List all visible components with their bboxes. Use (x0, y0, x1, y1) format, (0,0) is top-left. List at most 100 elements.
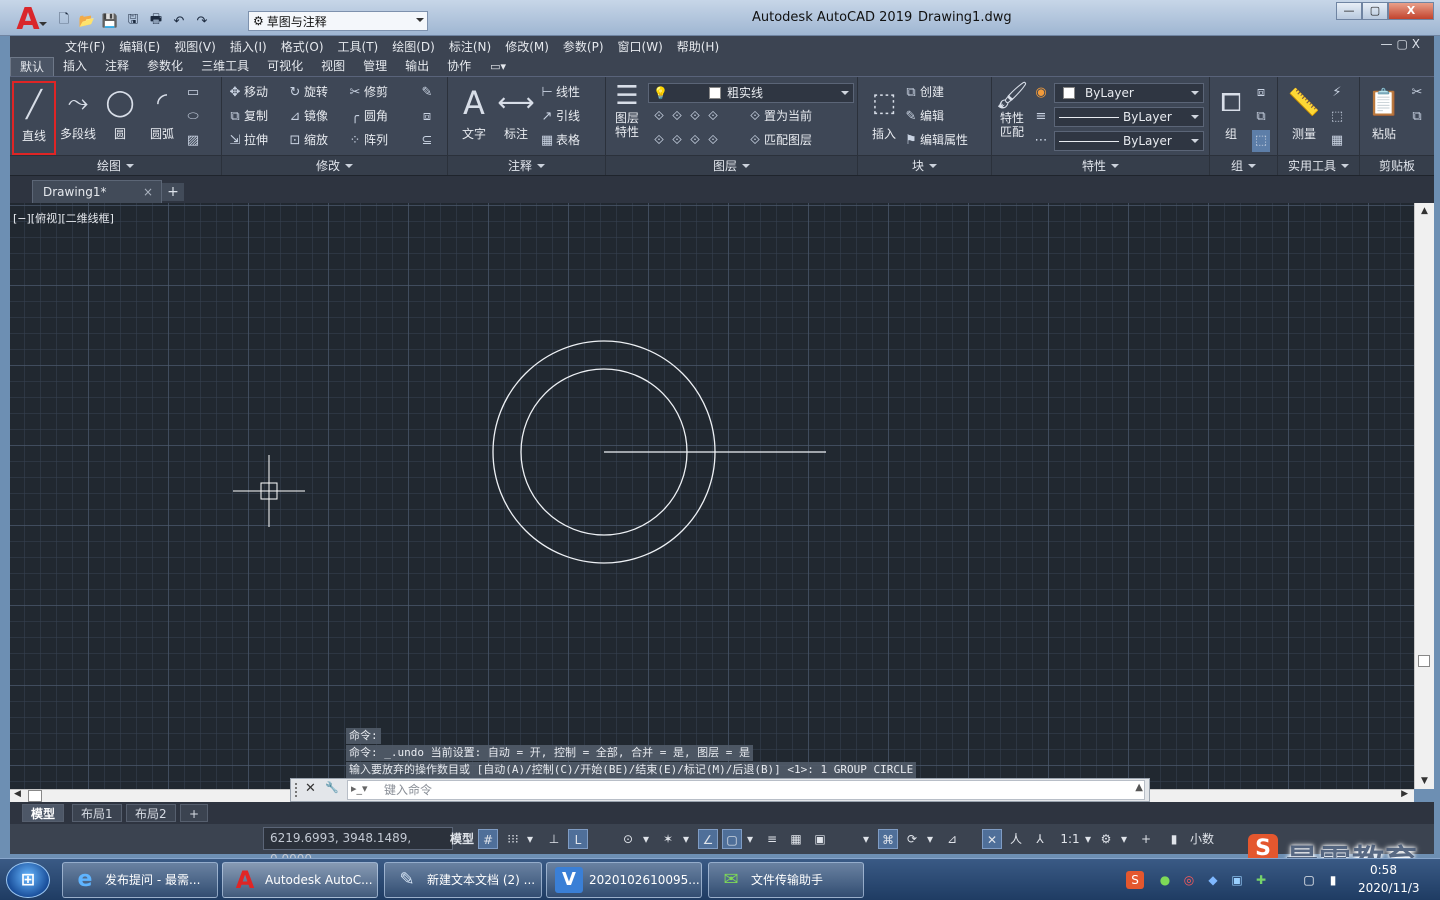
polar-tracking-icon[interactable]: ⊙ (618, 829, 638, 849)
start-button[interactable]: ⊞ (6, 862, 50, 898)
menu-parametric[interactable]: 参数(P) (556, 38, 611, 55)
infer-constraints-icon[interactable]: ⊥ (544, 829, 564, 849)
taskbar-item-autocad[interactable]: A Autodesk AutoC... (222, 862, 378, 898)
color-dropdown[interactable]: ByLayer (1054, 83, 1204, 103)
vertical-scrollbar[interactable]: ▲ ▼ (1414, 203, 1434, 789)
calculator-button[interactable]: ▦ (1328, 129, 1346, 151)
polyline-button[interactable]: ⤳ 多段线 (56, 81, 100, 155)
scroll-thumb[interactable] (28, 790, 42, 802)
annotation-scale-value[interactable]: 1:1 (1056, 829, 1084, 849)
layer-properties-button[interactable]: ☰ 图层 特性 (608, 81, 646, 155)
annotation-panel-label[interactable]: 注释 (448, 155, 605, 175)
erase-button[interactable]: ✎ (418, 81, 436, 103)
hatch-button[interactable]: ▨ (184, 129, 202, 151)
redo-icon[interactable]: ↷ (192, 11, 212, 31)
close-button[interactable]: X (1388, 2, 1434, 20)
workspace-selector[interactable]: ⚙ 草图与注释 (248, 11, 428, 31)
dynamic-ucs-icon[interactable]: ⌘ (878, 829, 898, 849)
close-icon[interactable]: × (143, 181, 153, 203)
document-window-controls[interactable]: —▢X (1380, 37, 1424, 51)
open-icon[interactable]: 📂 (77, 11, 97, 31)
security-tray-icon[interactable]: ◆ (1204, 871, 1222, 889)
menu-edit[interactable]: 编辑(E) (112, 38, 167, 55)
tab-drawing1[interactable]: Drawing1* × (32, 180, 162, 204)
rotate-button[interactable]: ↻ 旋转 (286, 81, 328, 103)
modify-panel-label[interactable]: 修改 (222, 155, 447, 175)
scroll-up-icon[interactable]: ▲ (1421, 206, 1428, 216)
add-layout-button[interactable]: + (180, 804, 209, 822)
restore-button[interactable]: ▢ (1362, 2, 1388, 20)
tab-visualize[interactable]: 可视化 (258, 57, 312, 76)
line-button[interactable]: ╱ 直线 (12, 81, 56, 155)
text-button[interactable]: A 文字 (452, 81, 496, 155)
clipboard-panel-label[interactable]: 剪贴板 (1360, 155, 1434, 175)
nvidia-tray-icon[interactable]: ✚ (1252, 871, 1270, 889)
chevron-down-icon[interactable]: ▾ (640, 829, 652, 849)
ungroup-button[interactable]: ⧈ (1252, 81, 1270, 103)
menu-window[interactable]: 窗口(W) (611, 38, 670, 55)
menu-tools[interactable]: 工具(T) (331, 38, 386, 55)
tab-layout1[interactable]: 布局1 (72, 804, 122, 822)
menu-dimension[interactable]: 标注(N) (442, 38, 498, 55)
menu-insert[interactable]: 插入(I) (223, 38, 274, 55)
chevron-down-icon[interactable]: ▾ (924, 829, 936, 849)
gizmo-icon[interactable]: ⊿ (942, 829, 962, 849)
ribbon-minimize-toggle[interactable]: ▭▾ (480, 57, 516, 76)
units-icon[interactable]: ▮ (1166, 829, 1182, 849)
close-icon[interactable]: ✕ (305, 781, 316, 796)
tab-manage[interactable]: 管理 (354, 57, 396, 76)
array-button[interactable]: ⁘ 阵列 (346, 129, 388, 151)
select-all-button[interactable]: ⬚ (1328, 105, 1346, 127)
trim-button[interactable]: ✂ 修剪 (346, 81, 388, 103)
utilities-panel-label[interactable]: 实用工具 (1278, 155, 1359, 175)
match-properties-button[interactable]: 🖌 特性 匹配 (994, 81, 1030, 155)
scroll-left-icon[interactable]: ◀ (14, 789, 21, 799)
grid-toggle-icon[interactable]: # (478, 829, 498, 849)
edit-block-button[interactable]: ✎ 编辑 (902, 105, 944, 127)
leader-button[interactable]: ↗ 引线 (538, 105, 580, 127)
tab-3d-tools[interactable]: 三维工具 (192, 57, 258, 76)
chevron-down-icon[interactable]: ▾ (680, 829, 692, 849)
linear-dimension-button[interactable]: ⊢ 线性 (538, 81, 580, 103)
group-edit-button[interactable]: ⧉ (1252, 105, 1270, 127)
cut-button[interactable]: ✂ (1408, 81, 1426, 103)
input-method-icon[interactable]: S (1126, 871, 1144, 889)
gear-icon[interactable]: ⚙ (1096, 829, 1116, 849)
chevron-down-icon[interactable]: ▾ (860, 829, 872, 849)
chevron-down-icon[interactable]: ▾ (1082, 829, 1094, 849)
monitor-tray-icon[interactable]: ▢ (1300, 871, 1318, 889)
tab-annotate[interactable]: 注释 (96, 57, 138, 76)
undo-icon[interactable]: ↶ (169, 11, 189, 31)
taskbar-item-notepad[interactable]: ✎ 新建文本文档 (2) ... (384, 862, 542, 898)
selection-filter-icon[interactable]: ⟳ (902, 829, 922, 849)
taskbar-item-browser[interactable]: e 发布提问 - 最需... (62, 862, 218, 898)
copy-clip-button[interactable]: ⧉ (1408, 105, 1426, 127)
application-menu-button[interactable]: A (8, 4, 48, 36)
ellipse-button[interactable]: ⬭ (184, 105, 202, 127)
fillet-button[interactable]: ╭ 圆角 (346, 105, 388, 127)
tab-layout2[interactable]: 布局2 (126, 804, 176, 822)
linetype-dropdown[interactable]: ByLayer (1054, 131, 1204, 151)
match-layer-button[interactable]: ⟐ 匹配图层 (746, 129, 812, 151)
volume-tray-icon[interactable]: ▮ (1324, 871, 1342, 889)
linetype-button[interactable]: ⋯ (1032, 129, 1050, 151)
ortho-mode-icon[interactable]: L (568, 829, 588, 849)
command-prompt-icon[interactable]: ▸_▾ (351, 782, 368, 795)
chevron-down-icon[interactable]: ▾ (744, 829, 756, 849)
menu-draw[interactable]: 绘图(D) (385, 38, 442, 55)
set-current-button[interactable]: ⟐ 置为当前 (746, 105, 812, 127)
annotation-monitor-icon[interactable]: + (1136, 829, 1156, 849)
chevron-down-icon[interactable]: ▾ (524, 829, 536, 849)
paste-button[interactable]: 📋 粘贴 (1362, 81, 1406, 155)
menu-format[interactable]: 格式(O) (274, 38, 331, 55)
dimension-button[interactable]: ⟷ 标注 (494, 81, 538, 155)
auto-scale-icon[interactable]: 人 (1006, 829, 1026, 849)
circle-button[interactable]: ◯ 圆 (98, 81, 142, 155)
coordinates-readout[interactable]: 6219.6993, 3948.1489, 0.0000 (263, 827, 453, 866)
quick-select-button[interactable]: ⚡ (1328, 81, 1346, 103)
lineweight-button[interactable]: ≡ (1032, 105, 1050, 127)
annotation-scale-icon[interactable]: ⅄ (1030, 829, 1050, 849)
tab-view[interactable]: 视图 (312, 57, 354, 76)
color-wheel-button[interactable]: ◉ (1032, 81, 1050, 103)
lineweight-toggle-icon[interactable]: ≡ (762, 829, 782, 849)
